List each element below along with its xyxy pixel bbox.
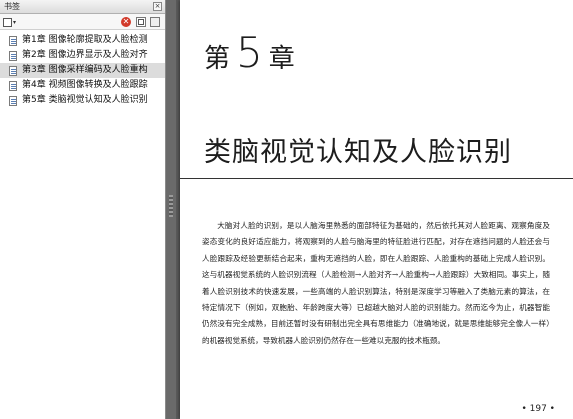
tag-bookmark-icon[interactable] [150, 17, 160, 27]
bookmark-item-ch4[interactable]: 第4章 视频图像转换及人脸跟踪 [0, 78, 165, 93]
bookmarks-panel-title: 书签 [4, 2, 20, 11]
bookmark-page-icon [9, 66, 17, 76]
expand-bookmark-icon[interactable] [136, 17, 146, 27]
page-number: • 197 • [521, 404, 555, 414]
bookmarks-panel-header: 书签 × [0, 0, 165, 14]
bookmark-label: 第4章 视频图像转换及人脸跟踪 [22, 80, 148, 90]
bookmark-item-ch5[interactable]: 第5章 类脑视觉认知及人脸识别 [0, 93, 165, 108]
panel-splitter[interactable] [166, 0, 176, 419]
chapter-title: 类脑视觉认知及人脸识别 [204, 137, 512, 168]
bookmark-list: 第1章 图像轮廓提取及人脸检测 第2章 图像边界显示及人脸对齐 第3章 图像采样… [0, 30, 165, 108]
bookmark-item-ch1[interactable]: 第1章 图像轮廓提取及人脸检测 [0, 33, 165, 48]
chapter-heading: 第5章 [204, 28, 295, 77]
bookmark-label: 第1章 图像轮廓提取及人脸检测 [22, 35, 148, 45]
chapter-number: 5 [236, 28, 263, 77]
body-paragraph: 大脑对人脸的识别，是以人脑海里熟悉的面部特征为基础的，然后依托其对人脸距离、观察… [202, 221, 550, 345]
options-menu-icon[interactable]: ▾ [3, 17, 16, 27]
bookmark-page-icon [9, 96, 17, 106]
bookmark-label: 第5章 类脑视觉认知及人脸识别 [22, 95, 148, 105]
document-page: 第5章 类脑视觉认知及人脸识别 大脑对人脸的识别，是以人脑海里熟悉的面部特征为基… [180, 0, 573, 419]
bookmark-item-ch2[interactable]: 第2章 图像边界显示及人脸对齐 [0, 48, 165, 63]
bookmark-page-icon [9, 81, 17, 91]
bookmark-label: 第3章 图像采样编码及人脸重构 [22, 65, 148, 75]
bookmark-label: 第2章 图像边界显示及人脸对齐 [22, 50, 148, 60]
close-panel-button[interactable]: × [153, 2, 162, 11]
bookmark-item-ch3[interactable]: 第3章 图像采样编码及人脸重构 [0, 63, 165, 78]
bookmark-page-icon [9, 36, 17, 46]
bookmark-page-icon [9, 51, 17, 61]
splitter-grip-icon[interactable] [169, 195, 173, 217]
bookmarks-panel: 书签 × ▾ ✕ 第1章 图像轮廓提取及人脸检测 第2章 图像边界显示及人脸对齐… [0, 0, 166, 419]
chapter-suffix: 章 [268, 44, 295, 74]
bookmarks-toolbar: ▾ ✕ [0, 14, 165, 30]
chapter-prefix: 第 [204, 44, 231, 74]
delete-bookmark-icon[interactable]: ✕ [121, 17, 131, 27]
title-divider [180, 178, 573, 179]
